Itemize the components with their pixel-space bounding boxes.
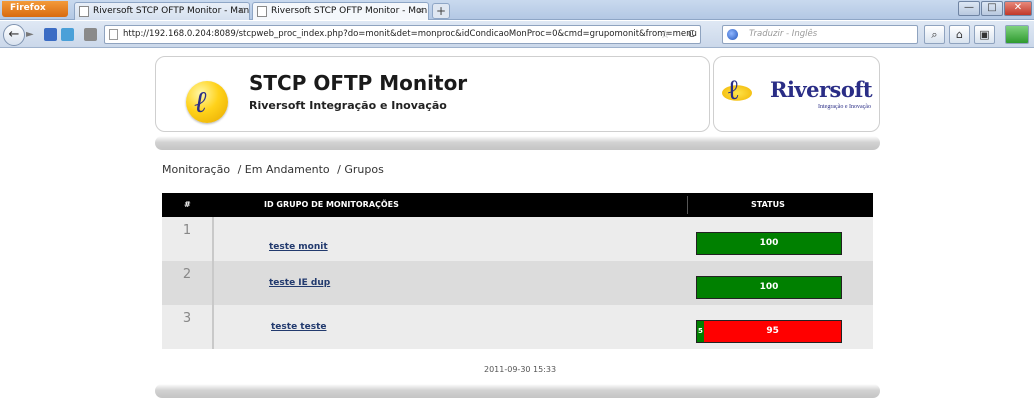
last-update-timestamp: 2011-09-30 15:33: [484, 365, 557, 374]
breadcrumb-item[interactable]: / Em Andamento: [238, 163, 330, 176]
tab-close-icon[interactable]: ×: [237, 3, 245, 19]
breadcrumb-item[interactable]: Monitoração: [162, 163, 230, 176]
row-divider: [212, 261, 214, 305]
status-error-segment: 95: [704, 321, 841, 342]
footer-bar: [155, 384, 880, 398]
table-row: 1 teste monit 100: [162, 217, 873, 261]
search-placeholder: Traduzir - Inglês: [749, 29, 818, 39]
reload-icon[interactable]: C: [688, 26, 695, 43]
firefox-menu-button[interactable]: Firefox: [2, 1, 68, 17]
address-bar[interactable]: http://192.168.0.204:8089/stcpweb_proc_i…: [104, 25, 701, 44]
column-header-group-id: ID GRUPO DE MONITORAÇÕES: [264, 200, 399, 209]
tab-title: Riversoft STCP OFTP Monitor - Monit...: [271, 6, 429, 16]
column-header-status: STATUS: [751, 200, 785, 209]
row-divider: [212, 217, 214, 261]
app-subtitle: Riversoft Integração e Inovação: [249, 99, 447, 112]
home-button[interactable]: ⌂: [949, 25, 970, 44]
search-bar[interactable]: Traduzir - Inglês: [722, 25, 918, 44]
table-header: # ID GRUPO DE MONITORAÇÕES STATUS: [162, 193, 873, 217]
browser-nav-bar: ← ► http://192.168.0.204:8089/stcpweb_pr…: [0, 21, 1034, 48]
row-number: 3: [182, 311, 192, 326]
status-bar: 100: [696, 276, 842, 299]
tab-close-icon[interactable]: ×: [416, 3, 424, 19]
row-divider: [212, 305, 214, 349]
brand-panel: ℓ Riversoft Integração e Inovação: [713, 56, 880, 132]
browser-tab-manual[interactable]: Riversoft STCP OFTP Monitor - Manu... ×: [74, 2, 250, 20]
bookmarks-menu-button[interactable]: ▣: [974, 25, 995, 44]
status-ok-segment: 100: [697, 277, 841, 298]
back-arrow-icon: ←: [8, 27, 20, 42]
addon-icon[interactable]: [44, 28, 57, 41]
monitor-groups-table: # ID GRUPO DE MONITORAÇÕES STATUS 1 test…: [162, 193, 873, 349]
page-icon: [257, 6, 267, 17]
riversoft-logo-icon: ℓ: [722, 75, 752, 107]
app-title: STCP OFTP Monitor: [249, 71, 468, 95]
group-link[interactable]: teste IE dup: [269, 276, 330, 290]
forward-button[interactable]: ►: [26, 28, 36, 42]
browser-tab-monitor[interactable]: Riversoft STCP OFTP Monitor - Monit... ×: [252, 2, 429, 20]
row-number: 1: [182, 223, 192, 238]
page-icon: [109, 29, 118, 40]
tab-title: Riversoft STCP OFTP Monitor - Manu...: [93, 6, 250, 16]
close-window-button[interactable]: ✕: [1004, 1, 1032, 16]
lock-icon[interactable]: [84, 28, 97, 41]
brand-tagline: Integração e Inovação: [818, 104, 871, 110]
browser-tab-bar: Firefox Riversoft STCP OFTP Monitor - Ma…: [0, 0, 1034, 20]
brand-name: Riversoft: [770, 77, 873, 102]
breadcrumb: Monitoração / Em Andamento / Grupos: [162, 163, 388, 176]
back-button[interactable]: ←: [3, 24, 25, 46]
group-link[interactable]: teste teste: [271, 320, 326, 334]
maximize-button[interactable]: □: [981, 1, 1003, 16]
addon-icon[interactable]: [61, 28, 74, 41]
status-ok-segment: 100: [697, 233, 841, 254]
page-icon: [79, 6, 89, 17]
table-row: 2 teste IE dup 100: [162, 261, 873, 305]
skype-addon-icon[interactable]: [1005, 25, 1029, 44]
column-header-num: #: [184, 200, 191, 209]
url-text: http://192.168.0.204:8089/stcpweb_proc_i…: [123, 29, 697, 39]
new-tab-button[interactable]: +: [432, 3, 450, 19]
breadcrumb-item: / Grupos: [337, 163, 384, 176]
search-button[interactable]: ⌕: [924, 25, 945, 44]
table-row: 3 teste teste 5 95: [162, 305, 873, 349]
menu-bar: [155, 136, 880, 150]
status-bar: 5 95: [696, 320, 842, 343]
bookmark-star-icon[interactable]: ☆: [660, 26, 670, 43]
minimize-button[interactable]: —: [958, 1, 980, 16]
row-number: 2: [182, 267, 192, 282]
status-bar: 100: [696, 232, 842, 255]
app-header-panel: ℓ STCP OFTP Monitor Riversoft Integração…: [155, 56, 710, 132]
column-separator: [687, 196, 688, 214]
search-engine-icon[interactable]: [727, 29, 738, 40]
status-ok-segment: 5: [697, 321, 705, 342]
app-logo: ℓ: [186, 81, 228, 123]
group-link[interactable]: teste monit: [269, 240, 328, 254]
